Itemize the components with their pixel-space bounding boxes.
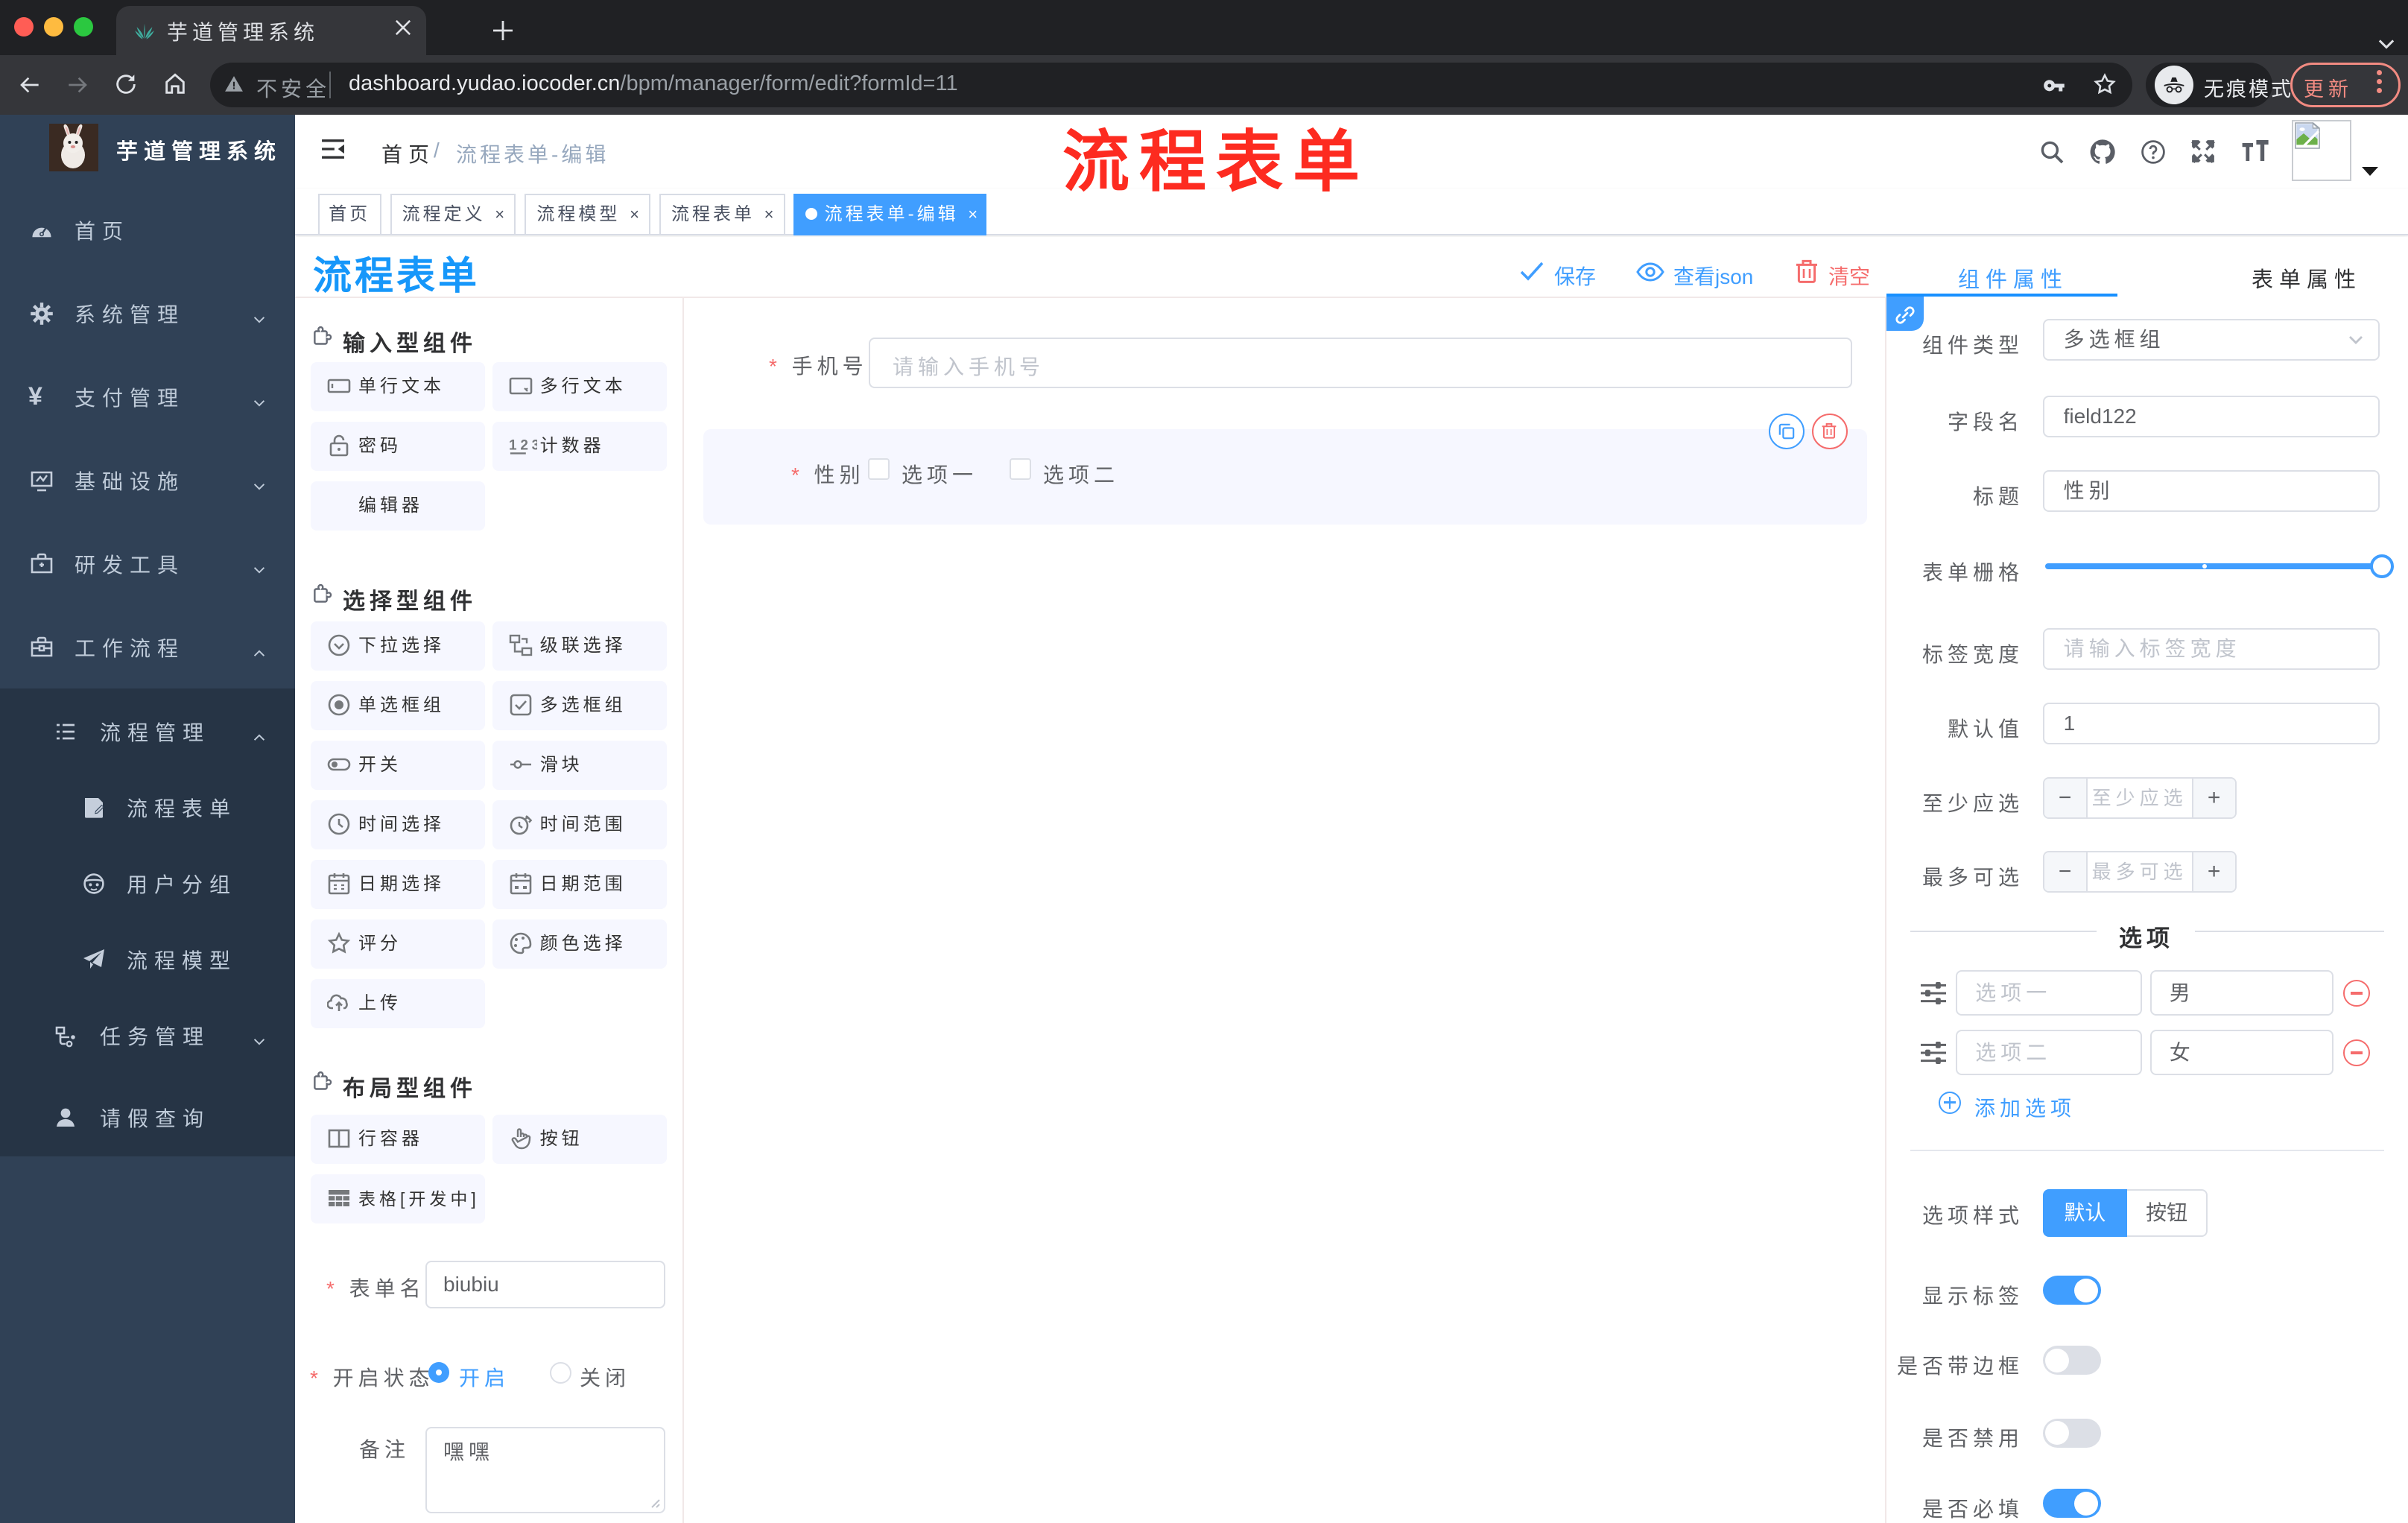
svg-text:123: 123 [509, 438, 537, 454]
